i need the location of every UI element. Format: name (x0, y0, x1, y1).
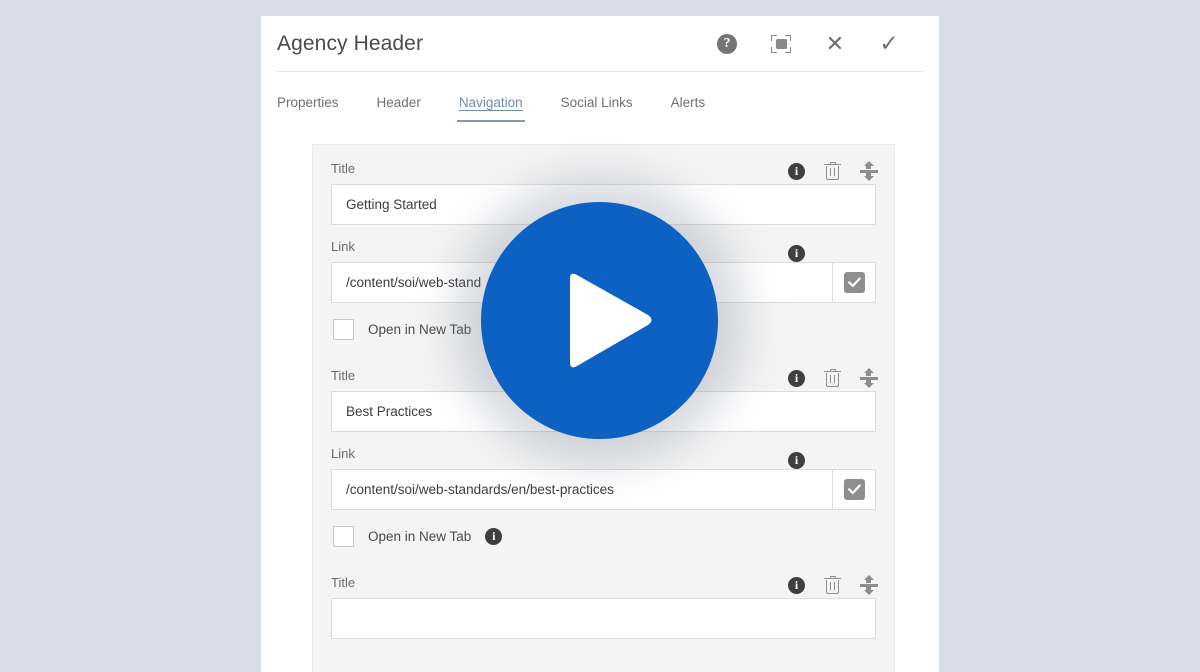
open-in-new-tab-label: Open in New Tab (368, 322, 472, 337)
info-icon[interactable]: i (788, 576, 805, 594)
title-input[interactable] (331, 598, 876, 639)
tab-social-links[interactable]: Social Links (561, 95, 633, 122)
link-picker-button[interactable] (832, 469, 876, 510)
delete-icon[interactable] (824, 575, 841, 595)
info-icon[interactable]: i (485, 528, 503, 545)
link-field: /content/soi/web-standards/en/best-pract… (331, 469, 876, 510)
delete-icon[interactable] (824, 368, 841, 388)
tab-header[interactable]: Header (377, 95, 421, 122)
reorder-handle-icon[interactable] (860, 161, 878, 181)
help-button[interactable]: ? (715, 32, 739, 56)
link-input[interactable]: /content/soi/web-standards/en/best-pract… (331, 469, 832, 510)
page-title: Agency Header (277, 31, 424, 55)
open-in-new-tab-checkbox[interactable] (333, 526, 354, 547)
link-picker-button[interactable] (832, 262, 876, 303)
reorder-handle-icon[interactable] (860, 575, 878, 595)
info-icon[interactable]: i (788, 369, 805, 387)
link-info-tools: i (788, 452, 878, 469)
open-in-new-tab-label: Open in New Tab (368, 529, 472, 544)
titlebar-actions: ? ✕ ✓ (715, 32, 923, 56)
close-button[interactable]: ✕ (823, 32, 847, 56)
info-icon[interactable]: i (788, 245, 805, 262)
screen: Agency Header ? ✕ ✓ Properties Header Na… (0, 0, 1200, 672)
video-play-button[interactable] (481, 202, 718, 439)
link-picker-check-icon (843, 272, 865, 293)
fullscreen-icon (771, 34, 791, 53)
reorder-handle-icon[interactable] (860, 368, 878, 388)
fullscreen-button[interactable] (769, 32, 793, 56)
open-in-new-tab-checkbox[interactable] (333, 319, 354, 340)
tab-properties[interactable]: Properties (277, 95, 339, 122)
info-icon[interactable]: i (788, 162, 805, 180)
check-icon: ✓ (879, 30, 899, 56)
tab-bar: Properties Header Navigation Social Link… (277, 72, 923, 122)
info-icon[interactable]: i (788, 452, 805, 469)
open-in-new-tab-row: Open in New Tab i (331, 510, 876, 559)
play-icon (569, 273, 651, 367)
nav-item-tools: i (788, 368, 878, 388)
tab-navigation[interactable]: Navigation (456, 95, 525, 122)
dialog-titlebar: Agency Header ? ✕ ✓ (277, 16, 923, 72)
nav-item-group: i Title (313, 563, 894, 643)
tab-alerts[interactable]: Alerts (671, 95, 706, 122)
nav-item-tools: i (788, 161, 878, 181)
link-info-tools: i (788, 245, 878, 262)
help-icon: ? (717, 33, 737, 54)
delete-icon[interactable] (824, 161, 841, 181)
link-picker-check-icon (843, 479, 865, 500)
confirm-button[interactable]: ✓ (877, 32, 901, 56)
close-icon: ✕ (825, 30, 845, 56)
nav-item-tools: i (788, 575, 878, 595)
